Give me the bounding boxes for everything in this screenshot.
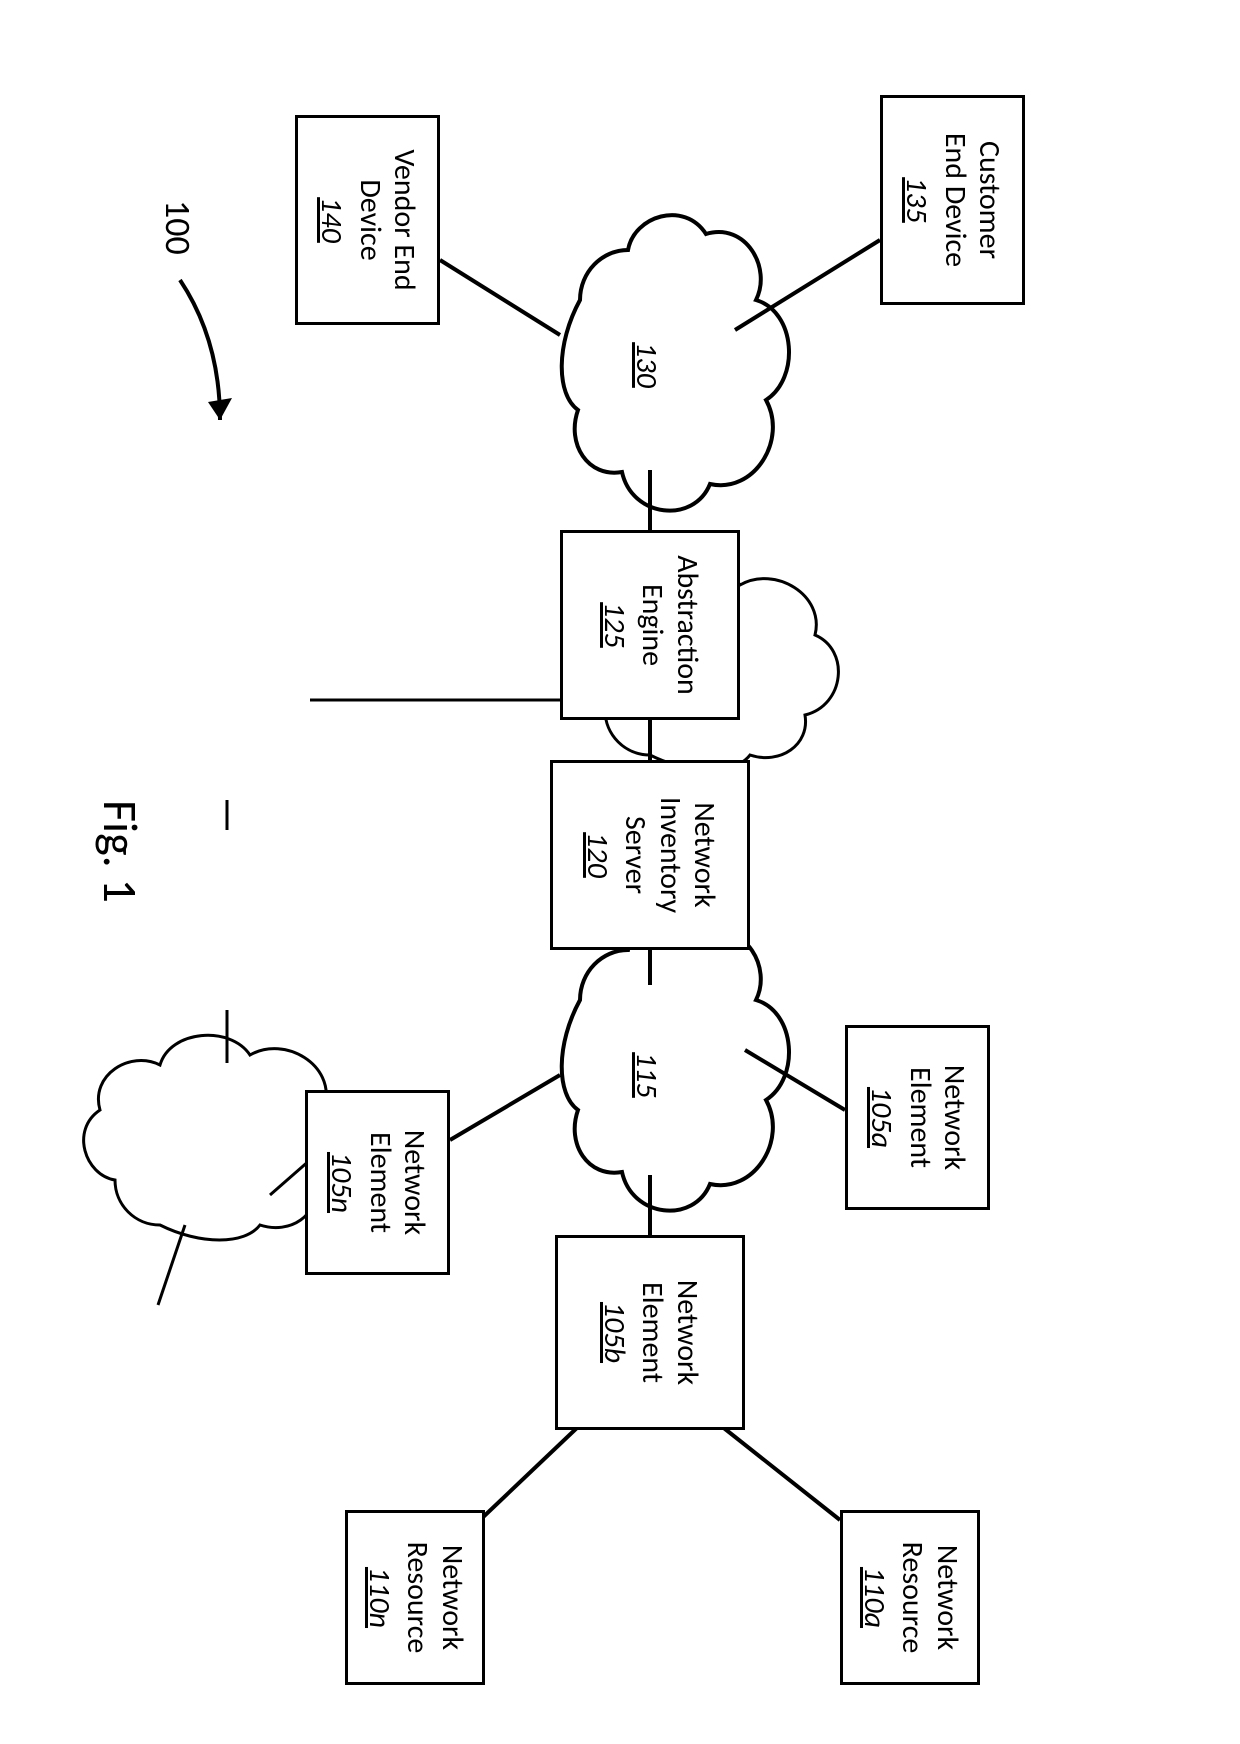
box-customer-end-device: Customer End Device 135 (880, 95, 1025, 305)
ref: 135 (899, 177, 936, 223)
label: Vendor End (387, 149, 422, 290)
box-network-element-105n: Network Element 105n (305, 1090, 450, 1275)
label: Server (618, 816, 653, 894)
system-ref-arrow (180, 280, 220, 420)
ref: 105b (596, 1302, 633, 1363)
label: Element (635, 1282, 670, 1383)
box-network-element-105a: Network Element 105a (845, 1025, 990, 1210)
cloud-115 (562, 915, 789, 1210)
label: Network (397, 1130, 432, 1235)
label: Resource (400, 1542, 435, 1654)
cloud-130 (562, 215, 789, 510)
ref: 120 (579, 832, 616, 878)
label: Element (903, 1067, 938, 1168)
ref: 110n (361, 1567, 398, 1628)
label: Network (435, 1545, 470, 1650)
label: Resource (895, 1542, 930, 1654)
label: Network (930, 1545, 965, 1650)
box-network-inventory-server: Network Inventory Server 120 (550, 760, 750, 950)
box-network-resource-110n: Network Resource 110n (345, 1510, 485, 1685)
box-abstraction-engine: Abstraction Engine 125 (560, 530, 740, 720)
label: Element (363, 1132, 398, 1233)
label: Customer (972, 141, 1007, 259)
system-ref-arrowhead (208, 398, 232, 420)
ref: 140 (314, 197, 351, 243)
label: End Device (938, 133, 973, 267)
label: Network (687, 802, 722, 907)
label: Device (353, 179, 388, 260)
label: Network (937, 1065, 972, 1170)
label: Inventory (652, 797, 687, 913)
box-network-element-105b: Network Element 105b (555, 1235, 745, 1430)
system-ref-label: 100 (156, 200, 200, 255)
ref: 105n (324, 1152, 361, 1213)
ref: 110a (856, 1567, 893, 1628)
figure-label: Fig. 1 (91, 800, 150, 903)
label: Engine (635, 584, 670, 666)
box-network-resource-110a: Network Resource 110a (840, 1510, 980, 1685)
cloud-130-ref: 130 (628, 335, 665, 395)
label: Network (670, 1280, 705, 1385)
label: Abstraction (670, 555, 705, 695)
cloud-115-ref: 115 (628, 1045, 665, 1105)
box-vendor-end-device: Vendor End Device 140 (295, 115, 440, 325)
ref: 125 (596, 602, 633, 648)
ref: 105a (864, 1087, 901, 1148)
